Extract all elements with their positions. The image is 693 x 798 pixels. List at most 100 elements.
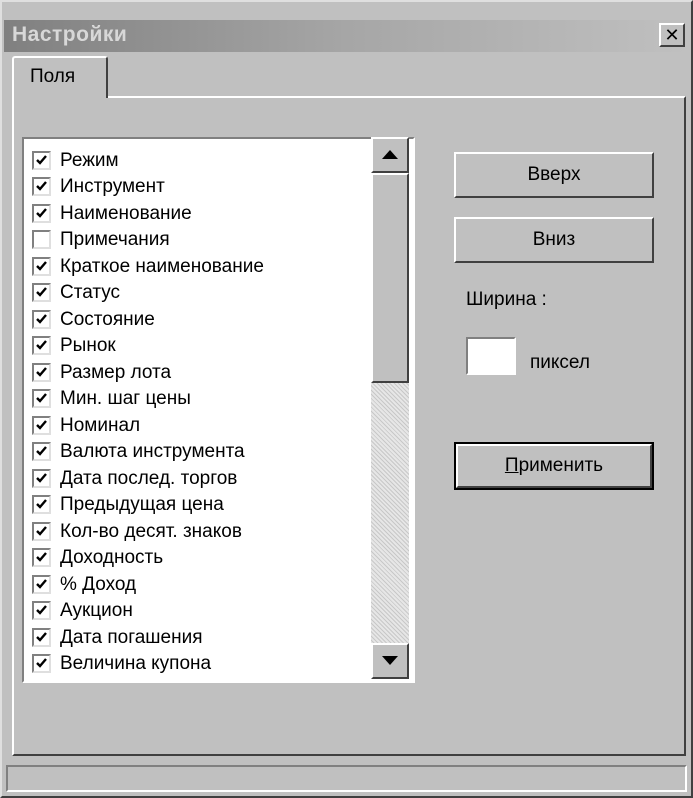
tab-fields-label: Поля <box>30 66 76 87</box>
checkmark-icon <box>36 631 47 642</box>
checkbox-checked[interactable] <box>32 309 51 329</box>
checkmark-icon <box>36 260 47 271</box>
list-item[interactable]: Краткое наименование <box>32 253 377 280</box>
list-item-label: Состояние <box>60 308 155 330</box>
list-item[interactable]: Аукцион <box>32 598 377 625</box>
apply-button[interactable]: Применить <box>454 442 654 490</box>
close-button[interactable]: ✕ <box>659 23 685 47</box>
list-item[interactable]: Величина купона <box>32 651 377 678</box>
list-item-label: Размер лота <box>60 361 172 383</box>
list-item-label: Наименование <box>60 202 192 224</box>
checkmark-icon <box>36 154 47 165</box>
list-item[interactable]: Мин. шаг цены <box>32 386 377 413</box>
move-down-button[interactable]: Вниз <box>454 217 654 263</box>
list-item-label: Примечания <box>60 229 170 251</box>
checkbox-unchecked[interactable] <box>32 230 51 250</box>
checkbox-checked[interactable] <box>32 548 51 568</box>
move-up-label: Вверх <box>527 164 581 185</box>
move-up-button[interactable]: Вверх <box>454 152 654 198</box>
list-item[interactable]: Статус <box>32 280 377 307</box>
checkmark-icon <box>36 181 47 192</box>
list-item[interactable]: Наименование <box>32 200 377 227</box>
list-item[interactable]: Номинал <box>32 412 377 439</box>
list-item-label: % Доход <box>60 573 137 595</box>
checkbox-checked[interactable] <box>32 203 51 223</box>
width-input[interactable] <box>466 337 516 375</box>
checkmark-icon <box>36 525 47 536</box>
checkbox-checked[interactable] <box>32 468 51 488</box>
checkbox-checked[interactable] <box>32 177 51 197</box>
checkmark-icon <box>36 578 47 589</box>
width-label: Ширина : <box>466 289 547 310</box>
checkmark-icon <box>36 313 47 324</box>
list-item[interactable]: Размер лота <box>32 359 377 386</box>
list-item-label: Доходность <box>60 547 164 569</box>
fields-checklist[interactable]: Режим Инструмент Наименование Примечания Кра… <box>22 137 415 683</box>
list-item[interactable]: Инструмент <box>32 174 377 201</box>
list-item-label: Дата послед. торгов <box>60 467 238 489</box>
checkmark-icon <box>36 658 47 669</box>
checkbox-checked[interactable] <box>32 283 51 303</box>
checkbox-checked[interactable] <box>32 601 51 621</box>
move-down-label: Вниз <box>532 229 576 250</box>
list-item-label: Величина купона <box>60 653 212 675</box>
close-icon: ✕ <box>664 25 680 45</box>
list-item-label: Длительность купона <box>60 681 248 682</box>
list-item-label: Инструмент <box>60 176 165 198</box>
checkbox-checked[interactable] <box>32 627 51 647</box>
list-item[interactable]: Доходность <box>32 545 377 572</box>
checkmark-icon <box>36 419 47 430</box>
list-scrollbar[interactable] <box>371 137 409 679</box>
checkmark-icon <box>36 393 47 404</box>
checkbox-checked[interactable] <box>32 680 51 681</box>
checkbox-checked[interactable] <box>32 574 51 594</box>
checkbox-checked[interactable] <box>32 362 51 382</box>
checkbox-checked[interactable] <box>32 654 51 674</box>
tab-fields[interactable]: Поля <box>12 56 108 98</box>
list-item[interactable]: Предыдущая цена <box>32 492 377 519</box>
list-item[interactable]: Кол-во десят. знаков <box>32 518 377 545</box>
list-item-label: Мин. шаг цены <box>60 388 191 410</box>
list-item[interactable]: Дата послед. торгов <box>32 465 377 492</box>
list-item[interactable]: Валюта инструмента <box>32 439 377 466</box>
list-item-label: Краткое наименование <box>60 255 264 277</box>
scroll-thumb[interactable] <box>371 173 409 383</box>
arrow-down-icon <box>382 656 398 665</box>
list-item[interactable]: Режим <box>32 147 377 174</box>
fields-checklist-items: Режим Инструмент Наименование Примечания Кра… <box>32 147 377 682</box>
list-item[interactable]: % Доход <box>32 571 377 598</box>
list-item[interactable]: Примечания <box>32 227 377 254</box>
list-item[interactable]: Дата погашения <box>32 624 377 651</box>
list-item-label: Дата погашения <box>60 626 203 648</box>
checkbox-checked[interactable] <box>32 415 51 435</box>
list-item[interactable]: Рынок <box>32 333 377 360</box>
list-item-label: Кол-во десят. знаков <box>60 520 242 542</box>
scroll-down-button[interactable] <box>371 643 409 679</box>
checkbox-checked[interactable] <box>32 495 51 515</box>
list-item-label: Предыдущая цена <box>60 494 224 516</box>
checkbox-checked[interactable] <box>32 389 51 409</box>
checkmark-icon <box>36 366 47 377</box>
checkmark-icon <box>36 287 47 298</box>
list-item[interactable]: Длительность купона <box>32 677 377 682</box>
list-item[interactable]: Состояние <box>32 306 377 333</box>
checkbox-checked[interactable] <box>32 521 51 541</box>
pixel-unit-label: пиксел <box>530 352 590 373</box>
arrow-up-icon <box>382 150 398 159</box>
checkbox-checked[interactable] <box>32 150 51 170</box>
status-bar <box>6 765 687 792</box>
list-item-label: Статус <box>60 282 121 304</box>
scroll-up-button[interactable] <box>371 137 409 173</box>
list-item-label: Режим <box>60 149 119 171</box>
checkbox-checked[interactable] <box>32 442 51 462</box>
list-item-label: Номинал <box>60 414 141 436</box>
title-bar[interactable]: Настройки ✕ <box>4 20 689 52</box>
checkmark-icon <box>36 340 47 351</box>
checkmark-icon <box>36 446 47 457</box>
list-item-label: Аукцион <box>60 600 133 622</box>
checkmark-icon <box>36 605 47 616</box>
checkbox-checked[interactable] <box>32 256 51 276</box>
checkmark-icon <box>36 499 47 510</box>
checkbox-checked[interactable] <box>32 336 51 356</box>
apply-label: Применить <box>504 455 604 476</box>
